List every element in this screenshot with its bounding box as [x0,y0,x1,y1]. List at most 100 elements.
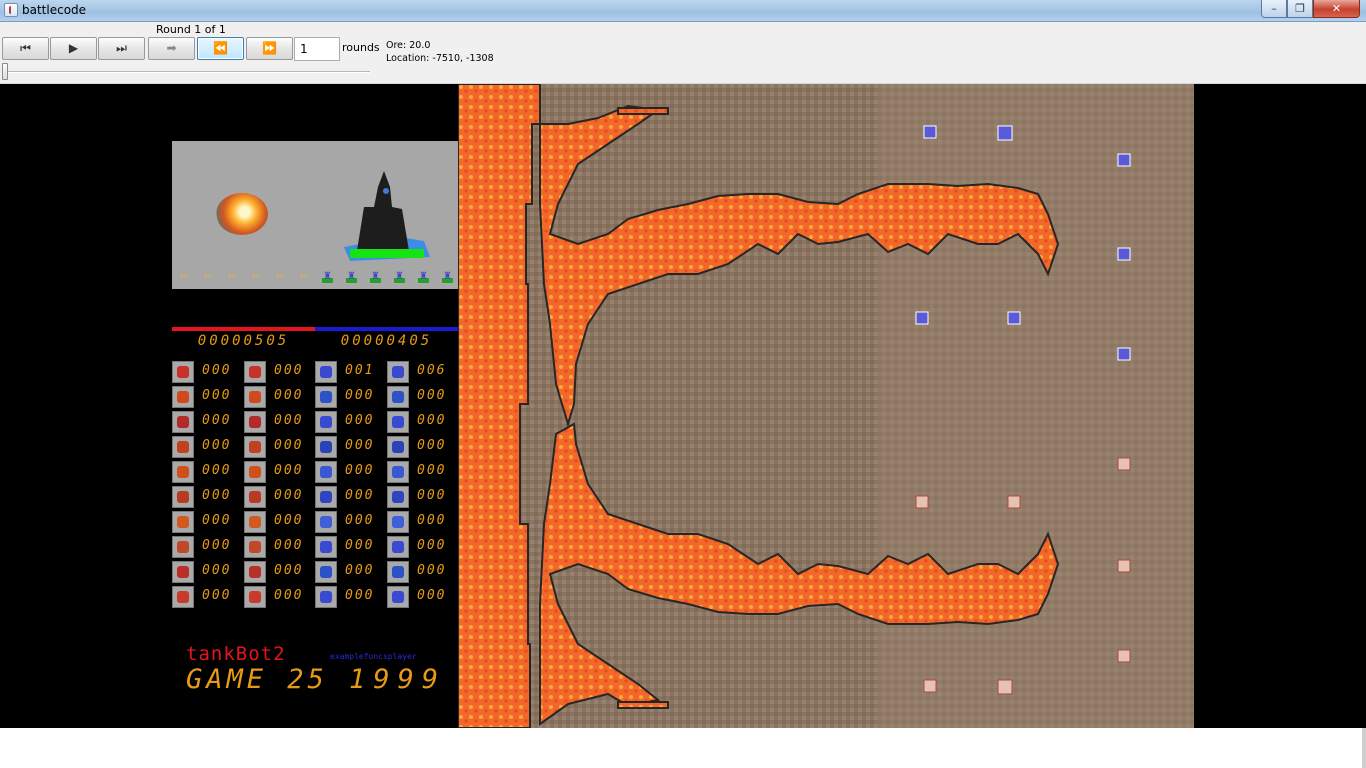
blue-unit-count: 000 [345,463,375,478]
explosion-icon [216,193,268,235]
red-mini-unit-icon: ➳ [203,271,212,282]
unit-row: 000 000 001 006 [172,361,458,383]
blue-structure-count: 000 [417,513,447,528]
training-field-icon [244,536,266,558]
red-team-score: 00000505 [197,333,290,349]
unit-row: 000 000 000 000 [172,411,458,433]
soldier-icon [172,411,194,433]
basher-icon [315,436,337,458]
red-unit-icon [1007,495,1021,509]
launcher-icon [172,536,194,558]
play-button[interactable]: ▶ [50,37,97,60]
technology-institute-icon [387,511,409,533]
red-structure-count: 000 [274,363,304,378]
red-mini-unit-icon: ➳ [275,271,284,282]
red-unit-icon [923,679,937,693]
unit-row: 000 000 000 000 [172,586,458,608]
soldier-icon [315,411,337,433]
game-year: 1999 [349,664,447,695]
red-unit-count: 000 [202,438,232,453]
lava-bottom-streak [617,701,669,709]
maximize-button[interactable]: ❐ [1287,0,1313,18]
missile-icon [315,561,337,583]
blue-mini-unit-icon: ♜ [394,271,405,283]
blue-unit-icon [915,311,929,325]
close-button[interactable]: ✕ [1313,0,1360,18]
blue-unit-count: 000 [345,538,375,553]
red-unit-icon [1117,457,1131,471]
unit-row: 000 000 000 000 [172,386,458,408]
blue-unit-count: 001 [345,363,375,378]
blue-unit-count: 000 [345,413,375,428]
red-unit-count: 000 [202,538,232,553]
blue-unit-count: 000 [345,388,375,403]
red-unit-count: 000 [202,563,232,578]
unit-row: 000 000 000 000 [172,461,458,483]
step-forward-button[interactable]: ➡ [148,37,195,60]
hq-health-bar [350,249,424,258]
miner-factory-icon [244,411,266,433]
blue-mini-unit-icon: ♜ [442,271,453,283]
unit-row: 000 000 000 000 [172,511,458,533]
blue-unit-icon [923,125,937,139]
hq-icon [244,361,266,383]
round-slider-thumb[interactable] [2,63,8,80]
red-team-name: tankBot2 [186,643,286,665]
blue-structure-count: 000 [417,538,447,553]
red-mini-unit-icon: ➳ [227,271,236,282]
blue-team-bar [315,327,458,331]
unit-row: 000 000 000 000 [172,561,458,583]
red-team-bar [172,327,315,331]
blue-unit-icon [1007,311,1021,325]
battle-preview: ➳ ➳ ➳ ➳ ➳ ➳ ♜ ♜ ♜ ♜ ♜ ♜ [172,141,458,289]
playback-toolbar: Round 1 of 1 ⏮ ▶ ⏭ ➡ ⏪ ⏩ rounds Ore: 20.… [0,22,1366,84]
round-slider-track[interactable] [4,71,370,73]
go-to-end-button[interactable]: ⏭ [98,37,145,60]
status-area [0,728,1366,768]
supply-depot-icon [387,386,409,408]
red-structure-count: 000 [274,513,304,528]
red-structure-count: 000 [274,413,304,428]
minimize-button[interactable]: – [1261,0,1287,18]
blue-mini-unit-icon: ♜ [322,271,333,283]
unit-row: 000 000 000 000 [172,436,458,458]
supply-depot-icon [244,386,266,408]
red-unit-count: 000 [202,488,232,503]
red-unit-count: 000 [202,388,232,403]
blue-structure-count: 000 [417,488,447,503]
rewind-button[interactable]: ⏪ [197,37,244,60]
go-to-start-button[interactable]: ⏮ [2,37,49,60]
blue-unit-count: 000 [345,588,375,603]
red-unit-icon [997,679,1013,695]
commander-icon [172,511,194,533]
red-unit-count: 000 [202,463,232,478]
blue-unit-icon [1117,347,1131,361]
blue-team-score: 00000405 [340,333,433,349]
game-map[interactable] [458,84,1194,728]
commander-icon [315,511,337,533]
helipad-icon [387,461,409,483]
blue-mini-unit-icon: ♜ [346,271,357,283]
training-field-icon [387,536,409,558]
scrollbar[interactable] [1362,728,1366,768]
miner-factory-icon [387,411,409,433]
hq-icon [387,361,409,383]
blue-mini-unit-icon: ♜ [418,271,429,283]
aerospace-lab-icon [244,561,266,583]
tank-icon [315,486,337,508]
fast-forward-button[interactable]: ⏩ [246,37,293,60]
missile-icon [172,561,194,583]
drone-icon [315,461,337,483]
beaver-icon [315,361,337,383]
red-structure-count: 000 [274,488,304,503]
blue-unit-count: 000 [345,563,375,578]
game-number: GAME 25 [186,664,328,695]
unit-row: 000 000 000 000 [172,536,458,558]
blue-unit-icon [1117,247,1131,261]
round-label: Round 1 of 1 [156,23,226,36]
round-input[interactable] [294,37,340,61]
beaver-icon [172,361,194,383]
blue-structure-count: 000 [417,563,447,578]
blue-structure-count: 000 [417,413,447,428]
lava-top-streak [617,107,669,115]
